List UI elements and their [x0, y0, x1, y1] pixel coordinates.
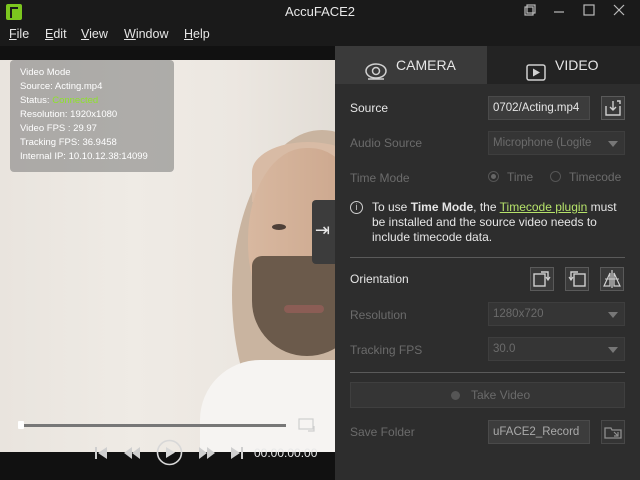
subject-mouth: [284, 305, 324, 313]
menu-view[interactable]: View: [81, 27, 108, 41]
playback-progress-bar[interactable]: [20, 424, 286, 427]
skip-end-icon[interactable]: [230, 446, 244, 463]
take-video-button[interactable]: Take Video: [350, 382, 625, 408]
expand-icon[interactable]: [298, 418, 316, 435]
menu-file[interactable]: File: [9, 27, 29, 41]
info-resolution: Resolution: 1920x1080: [20, 109, 118, 120]
radio-time[interactable]: [488, 171, 499, 182]
subject-shirt: [200, 360, 335, 452]
info-source: Source: Acting.mp4: [20, 81, 103, 92]
chevron-down-icon: [608, 141, 618, 147]
info-overlay: Video Mode Source: Acting.mp4 Status: Co…: [10, 60, 174, 172]
minimize-icon[interactable]: [548, 3, 570, 21]
info-internal-ip: Internal IP: 10.10.12.38:14099: [20, 151, 148, 162]
audio-source-label: Audio Source: [350, 136, 423, 150]
record-dot-icon: [451, 391, 460, 400]
tracking-fps-dropdown[interactable]: 30.0: [488, 337, 625, 361]
rewind-icon[interactable]: [123, 446, 141, 463]
take-video-label: Take Video: [471, 388, 531, 402]
camera-icon: [365, 56, 387, 94]
resolution-label: Resolution: [350, 308, 407, 322]
rotate-ccw-icon[interactable]: [565, 267, 589, 291]
tab-video-label: VIDEO: [555, 57, 599, 73]
flip-icon[interactable]: [600, 267, 624, 291]
rotate-cw-icon[interactable]: [530, 267, 554, 291]
title-bar: AccuFACE2: [0, 0, 640, 24]
orientation-label: Orientation: [350, 272, 409, 286]
radio-time-label: Time: [507, 170, 534, 184]
mode-tabs: CAMERA VIDEO: [335, 46, 640, 84]
play-circle-icon[interactable]: [156, 439, 183, 469]
tab-camera[interactable]: CAMERA: [335, 46, 487, 84]
timecode-notice: To use Time Mode, the Timecode plugin mu…: [372, 200, 617, 244]
playback-timecode: 00:00:00:00: [254, 446, 318, 460]
divider-top: [350, 257, 625, 258]
menu-edit[interactable]: Edit: [45, 27, 67, 41]
audio-source-dropdown[interactable]: Microphone (Logite: [488, 131, 625, 155]
close-icon[interactable]: [608, 3, 630, 21]
window-title: AccuFACE2: [284, 4, 356, 19]
tab-video[interactable]: VIDEO: [487, 46, 640, 84]
menu-help[interactable]: Help: [184, 27, 210, 41]
info-icon: i: [350, 201, 363, 214]
tracking-fps-label: Tracking FPS: [350, 343, 423, 357]
tab-camera-label: CAMERA: [396, 57, 456, 73]
panel-toggle-icon[interactable]: [312, 200, 335, 264]
save-folder-field[interactable]: uFACE2_Record: [488, 420, 590, 444]
radio-timecode[interactable]: [550, 171, 561, 182]
settings-panel: CAMERA VIDEO Source 0702/Acting.mp4 Audi…: [335, 46, 640, 480]
subject-eye-left: [272, 224, 286, 230]
folder-open-icon[interactable]: [601, 96, 625, 120]
skip-start-icon[interactable]: [94, 446, 108, 463]
chevron-down-icon: [608, 312, 618, 318]
time-mode-label: Time Mode: [350, 171, 410, 185]
fast-forward-icon[interactable]: [198, 446, 216, 463]
info-mode: Video Mode: [20, 67, 71, 78]
info-tracking-fps: Tracking FPS: 36.9458: [20, 137, 117, 148]
app-logo-icon: [6, 4, 22, 20]
chevron-down-icon: [608, 347, 618, 353]
info-status: Status: Connected: [20, 95, 99, 106]
source-field[interactable]: 0702/Acting.mp4: [488, 96, 590, 120]
playback-scrubber[interactable]: [18, 421, 24, 429]
source-label: Source: [350, 101, 389, 115]
resolution-dropdown[interactable]: 1280x720: [488, 302, 625, 326]
radio-timecode-label: Timecode: [569, 170, 622, 184]
status-value: Connected: [52, 95, 99, 106]
divider-bottom: [350, 372, 625, 373]
folder-browse-icon[interactable]: [601, 420, 625, 444]
menu-bar: File Edit View Window Help: [0, 24, 640, 46]
tracking-fps-value: 30.0: [493, 343, 516, 355]
maximize-icon[interactable]: [578, 3, 600, 21]
save-folder-label: Save Folder: [350, 425, 415, 439]
resolution-value: 1280x720: [493, 308, 544, 320]
menu-window[interactable]: Window: [124, 27, 168, 41]
play-icon: [526, 57, 546, 95]
restore-icon[interactable]: [519, 3, 541, 21]
timecode-plugin-link[interactable]: Timecode plugin: [500, 200, 588, 214]
audio-source-value: Microphone (Logite: [493, 137, 592, 149]
info-video-fps: Video FPS : 29.97: [20, 123, 97, 134]
